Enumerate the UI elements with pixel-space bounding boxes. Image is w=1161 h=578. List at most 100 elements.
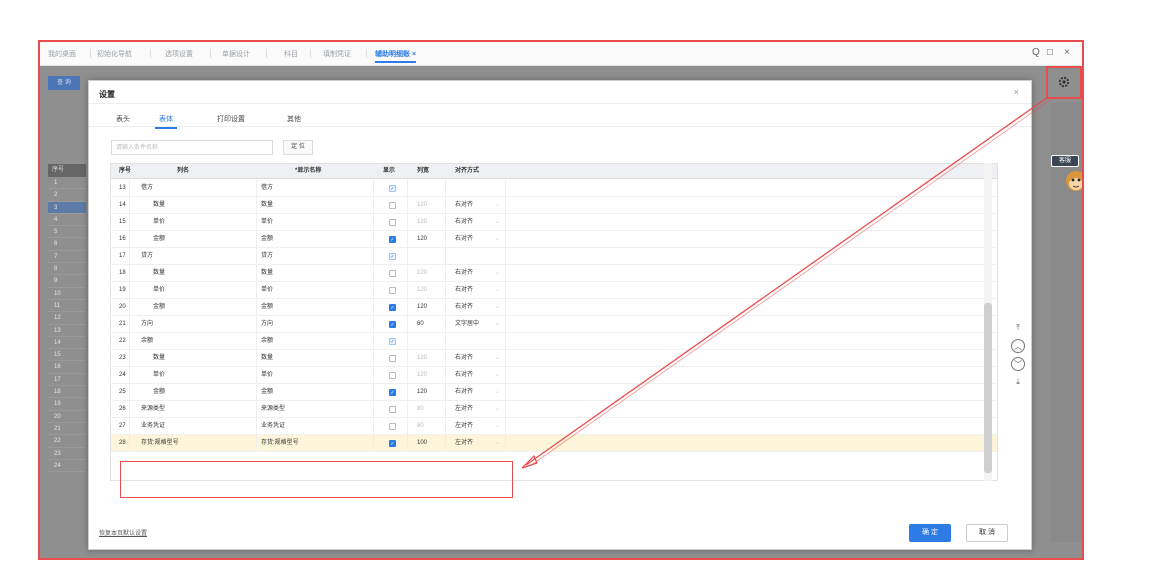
- table-row[interactable]: 22 余额 余额 ✓: [111, 333, 997, 350]
- column-width-input[interactable]: 80: [417, 401, 424, 418]
- table-row[interactable]: 26 来源类型 来源类型 80 左对齐 ⌄: [111, 401, 997, 418]
- scrollbar[interactable]: [984, 163, 992, 481]
- show-checkbox[interactable]: ✓: [389, 338, 396, 345]
- chevron-down-icon[interactable]: ⌄: [495, 435, 500, 452]
- align-select[interactable]: 左对齐: [455, 401, 473, 418]
- show-checkbox[interactable]: [389, 355, 396, 362]
- display-name-input[interactable]: 数量: [261, 350, 273, 367]
- align-select[interactable]: 右对齐: [455, 214, 473, 231]
- column-width-input[interactable]: 120: [417, 384, 427, 401]
- align-select[interactable]: 右对齐: [455, 350, 473, 367]
- column-width-input[interactable]: 60: [417, 316, 424, 333]
- customer-service-badge[interactable]: 客服: [1051, 155, 1079, 167]
- display-name-input[interactable]: 业务凭证: [261, 418, 285, 435]
- table-row[interactable]: 28 存货:规格型号 存货:规格型号 ✓ 100 左对齐 ⌄: [111, 435, 997, 452]
- align-select[interactable]: 文字居中: [455, 316, 479, 333]
- show-checkbox[interactable]: [389, 406, 396, 413]
- column-width-input[interactable]: 120: [417, 350, 427, 367]
- chevron-down-icon[interactable]: ⌄: [495, 197, 500, 214]
- show-checkbox[interactable]: ✓: [389, 321, 396, 328]
- table-row[interactable]: 13 借方 借方 ✓: [111, 180, 997, 197]
- chevron-down-icon[interactable]: ⌄: [495, 401, 500, 418]
- display-name-input[interactable]: 数量: [261, 197, 273, 214]
- column-width-input[interactable]: 120: [417, 265, 427, 282]
- maximize-icon[interactable]: □: [1047, 47, 1053, 58]
- display-name-input[interactable]: 贷方: [261, 248, 273, 265]
- display-name-input[interactable]: 借方: [261, 180, 273, 197]
- tab-doc-design[interactable]: 单据设计: [222, 49, 250, 59]
- display-name-input[interactable]: 金额: [261, 231, 273, 248]
- show-checkbox[interactable]: ✓: [389, 304, 396, 311]
- table-row[interactable]: 25 金额 金额 ✓ 120 右对齐 ⌄: [111, 384, 997, 401]
- show-checkbox[interactable]: ✓: [389, 185, 396, 192]
- chevron-down-icon[interactable]: ⌄: [495, 418, 500, 435]
- column-width-input[interactable]: 100: [417, 435, 427, 452]
- search-icon[interactable]: Q: [1032, 47, 1040, 58]
- display-name-input[interactable]: 单价: [261, 367, 273, 384]
- locate-button[interactable]: 定 位: [283, 140, 313, 155]
- chevron-down-icon[interactable]: ⌄: [495, 265, 500, 282]
- show-checkbox[interactable]: ✓: [389, 389, 396, 396]
- chevron-down-icon[interactable]: ⌄: [495, 316, 500, 333]
- align-select[interactable]: 右对齐: [455, 299, 473, 316]
- reset-defaults-link[interactable]: 恢复本页默认设置: [99, 528, 147, 537]
- display-name-input[interactable]: 金额: [261, 384, 273, 401]
- show-checkbox[interactable]: [389, 202, 396, 209]
- table-row[interactable]: 23 数量 数量 120 右对齐 ⌄: [111, 350, 997, 367]
- chevron-down-icon[interactable]: ⌄: [495, 367, 500, 384]
- column-width-input[interactable]: 80: [417, 418, 424, 435]
- column-width-input[interactable]: 120: [417, 214, 427, 231]
- chevron-down-icon[interactable]: ⌄: [495, 231, 500, 248]
- table-row[interactable]: 20 金额 金额 ✓ 120 右对齐 ⌄: [111, 299, 997, 316]
- display-name-input[interactable]: 单价: [261, 214, 273, 231]
- chevron-down-icon[interactable]: ⌄: [495, 384, 500, 401]
- tab-other[interactable]: 其他: [287, 114, 301, 124]
- align-select[interactable]: 右对齐: [455, 384, 473, 401]
- cancel-button[interactable]: 取 消: [966, 524, 1008, 542]
- show-checkbox[interactable]: [389, 287, 396, 294]
- show-checkbox[interactable]: ✓: [389, 440, 396, 447]
- display-name-input[interactable]: 金额: [261, 299, 273, 316]
- tab-init-guide[interactable]: 初始化导航: [97, 49, 132, 59]
- show-checkbox[interactable]: [389, 423, 396, 430]
- show-checkbox[interactable]: ✓: [389, 253, 396, 260]
- table-row[interactable]: 15 单价 单价 120 右对齐 ⌄: [111, 214, 997, 231]
- close-icon[interactable]: ×: [1014, 87, 1019, 97]
- display-name-input[interactable]: 来源类型: [261, 401, 285, 418]
- tab-header[interactable]: 表头: [116, 114, 130, 124]
- table-row[interactable]: 16 金额 金额 ✓ 120 右对齐 ⌄: [111, 231, 997, 248]
- column-width-input[interactable]: 120: [417, 367, 427, 384]
- display-name-input[interactable]: 存货:规格型号: [261, 435, 299, 452]
- align-select[interactable]: 左对齐: [455, 418, 473, 435]
- gear-icon[interactable]: [1058, 76, 1070, 88]
- table-row[interactable]: 18 数量 数量 120 右对齐 ⌄: [111, 265, 997, 282]
- ok-button[interactable]: 确 定: [909, 524, 951, 542]
- scroll-up-icon[interactable]: ︿: [1011, 339, 1025, 353]
- display-name-input[interactable]: 单价: [261, 282, 273, 299]
- display-name-input[interactable]: 数量: [261, 265, 273, 282]
- scroll-down-icon[interactable]: ﹀: [1011, 357, 1025, 371]
- table-row[interactable]: 27 业务凭证 业务凭证 80 左对齐 ⌄: [111, 418, 997, 435]
- show-checkbox[interactable]: [389, 270, 396, 277]
- tab-accounts[interactable]: 科目: [284, 49, 298, 59]
- tab-aux-ledger[interactable]: 辅助明细账 ×: [375, 49, 417, 63]
- tab-print-settings[interactable]: 打印设置: [217, 114, 245, 124]
- show-checkbox[interactable]: [389, 372, 396, 379]
- column-width-input[interactable]: 120: [417, 282, 427, 299]
- chevron-down-icon[interactable]: ⌄: [495, 282, 500, 299]
- tab-options[interactable]: 选项设置: [165, 49, 193, 59]
- tab-fill-voucher[interactable]: 填制凭证: [323, 49, 351, 59]
- table-row[interactable]: 24 单价 单价 120 右对齐 ⌄: [111, 367, 997, 384]
- scrollbar-thumb[interactable]: [984, 303, 992, 473]
- chevron-down-icon[interactable]: ⌄: [495, 350, 500, 367]
- align-select[interactable]: 右对齐: [455, 265, 473, 282]
- query-button[interactable]: 查 询: [48, 76, 80, 90]
- scroll-bottom-icon[interactable]: ⤓: [1011, 375, 1025, 389]
- table-row[interactable]: 14 数量 数量 120 右对齐 ⌄: [111, 197, 997, 214]
- column-width-input[interactable]: 120: [417, 197, 427, 214]
- align-select[interactable]: 右对齐: [455, 197, 473, 214]
- tab-my-desktop[interactable]: 我的桌面: [48, 49, 76, 59]
- align-select[interactable]: 左对齐: [455, 435, 473, 452]
- table-row[interactable]: 21 方向 方向 ✓ 60 文字居中 ⌄: [111, 316, 997, 333]
- scroll-top-icon[interactable]: ⤒: [1011, 321, 1025, 335]
